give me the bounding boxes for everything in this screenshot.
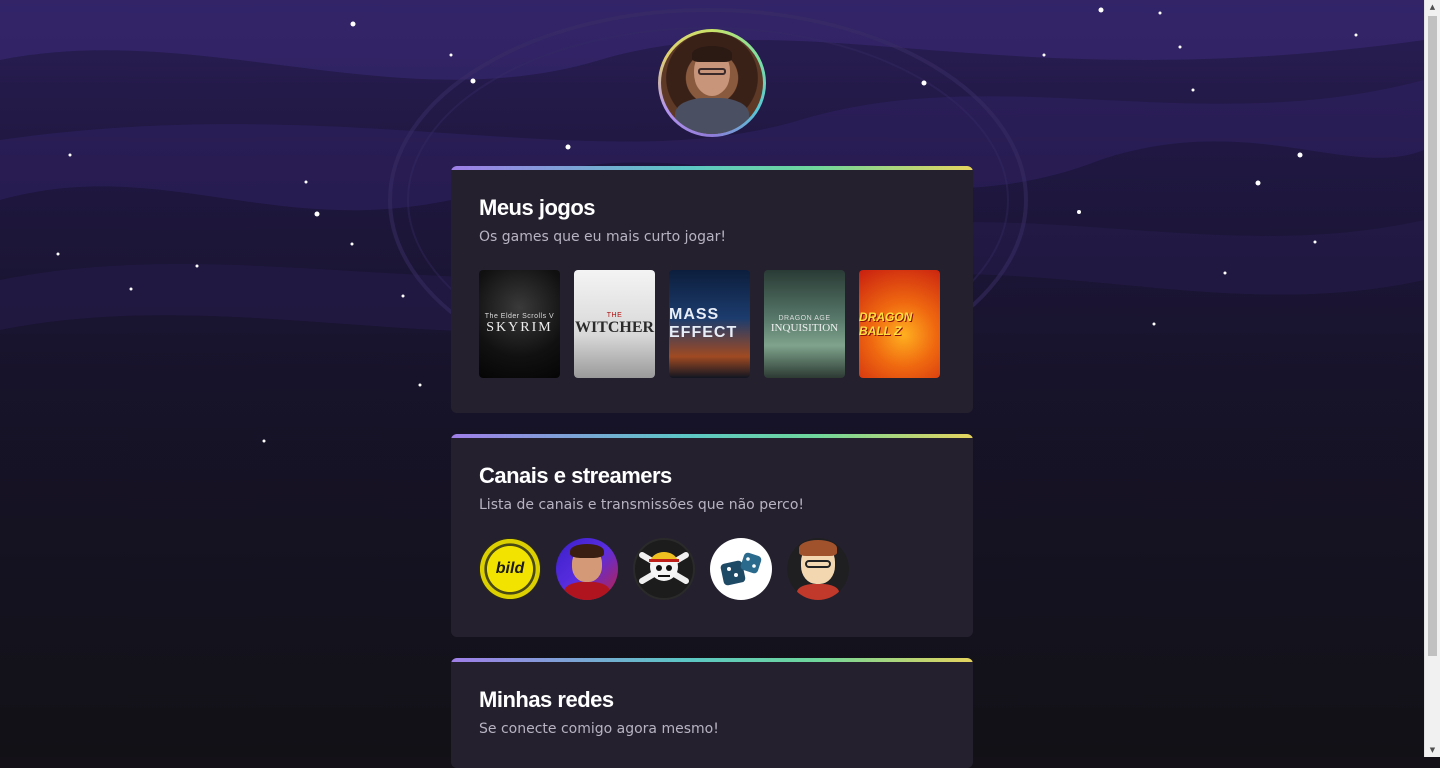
game-cover-top: The Elder Scrolls V — [484, 312, 555, 320]
game-cover-title: WITCHER — [574, 318, 655, 336]
game-cover-inquisition[interactable]: DRAGON AGE INQUISITION — [764, 270, 845, 378]
vertical-scrollbar[interactable]: ▲ ▼ — [1424, 0, 1440, 757]
channel-avatar-streamer[interactable] — [556, 538, 618, 600]
game-cover-mass-effect[interactable]: MASS EFFECT — [669, 270, 750, 378]
networks-title: Minhas redes — [479, 687, 614, 712]
dice-icon — [720, 552, 762, 586]
profile-photo-icon — [661, 32, 763, 134]
profile-avatar[interactable] — [658, 29, 766, 137]
channels-subtitle: Lista de canais e transmissões que não p… — [479, 497, 805, 513]
games-title: Meus jogos — [479, 195, 596, 220]
channel-avatar-cartoon[interactable] — [787, 538, 849, 600]
networks-card: Minhas redes Se conecte comigo agora mes… — [451, 658, 973, 768]
scroll-up-arrow-icon[interactable]: ▲ — [1425, 0, 1440, 14]
game-cover-top: DRAGON AGE — [778, 314, 831, 322]
channels-title: Canais e streamers — [479, 463, 672, 488]
scroll-down-arrow-icon[interactable]: ▼ — [1425, 743, 1440, 757]
channel-avatar-dice[interactable] — [710, 538, 772, 600]
game-cover-top: THE — [606, 311, 623, 319]
channel-logo-text: bild — [495, 560, 525, 577]
game-cover-title: SKYRIM — [486, 319, 553, 335]
games-card: Meus jogos Os games que eu mais curto jo… — [451, 166, 973, 413]
channels-card: Canais e streamers Lista de canais e tra… — [451, 434, 973, 637]
scrollbar-thumb[interactable] — [1428, 16, 1437, 656]
games-list: The Elder Scrolls V SKYRIM THE WITCHER M… — [479, 270, 945, 378]
channels-list: bild — [479, 538, 945, 600]
channel-avatar-bild[interactable]: bild — [479, 538, 541, 600]
game-cover-dragon-ball-z[interactable]: DRAGON BALL Z — [859, 270, 940, 378]
game-cover-title: DRAGON BALL Z — [859, 310, 913, 338]
game-cover-witcher[interactable]: THE WITCHER — [574, 270, 655, 378]
channel-avatar-skull[interactable] — [633, 538, 695, 600]
networks-subtitle: Se conecte comigo agora mesmo! — [479, 721, 719, 737]
jolly-roger-icon — [639, 552, 689, 584]
game-cover-title: INQUISITION — [770, 321, 839, 334]
games-subtitle: Os games que eu mais curto jogar! — [479, 229, 726, 245]
game-cover-title: MASS EFFECT — [669, 306, 738, 341]
game-cover-skyrim[interactable]: The Elder Scrolls V SKYRIM — [479, 270, 560, 378]
